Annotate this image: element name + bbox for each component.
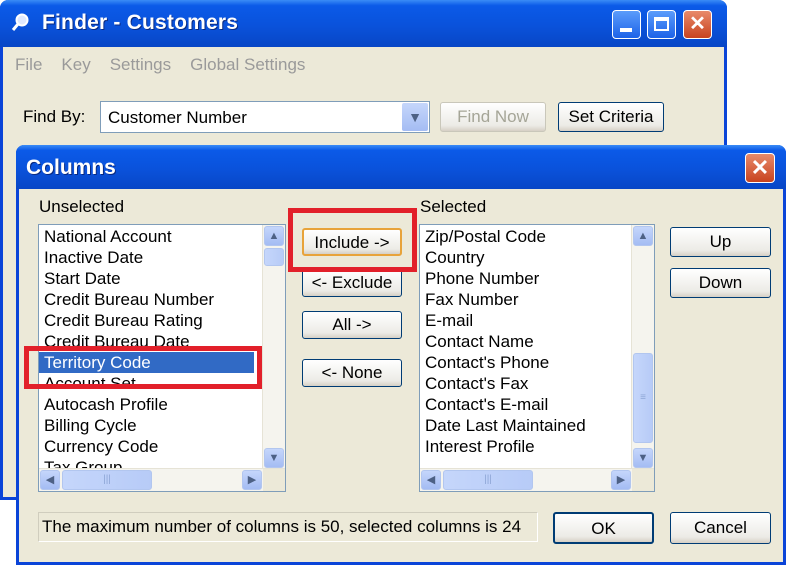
selected-vscroll[interactable]: ▲ ≡ ▼ [631,225,654,469]
selected-label: Selected [420,197,487,216]
exclude-button[interactable]: <- Exclude [302,269,402,297]
scroll-down-icon[interactable]: ▼ [264,448,284,468]
finder-close-button[interactable]: ✕ [683,10,712,39]
scroll-thumb[interactable] [264,248,284,266]
ok-button[interactable]: OK [553,512,654,544]
list-item[interactable]: National Account [39,226,254,247]
finder-titlebar[interactable]: Finder - Customers ✕ [0,0,727,47]
menu-file[interactable]: File [15,55,42,75]
list-item[interactable]: Phone Number [420,268,625,289]
find-by-select[interactable]: Customer Number ▼ [100,101,430,133]
menu-settings[interactable]: Settings [110,55,171,75]
status-bar: The maximum number of columns is 50, sel… [38,512,538,542]
selected-list[interactable]: Zip/Postal Code Country Phone Number Fax… [419,224,655,492]
list-item[interactable]: Start Date [39,268,254,289]
scroll-down-icon[interactable]: ▼ [633,448,653,468]
list-item[interactable]: Billing Cycle [39,415,254,436]
selected-hscroll[interactable]: ◀ ||| ▶ [420,468,654,491]
list-item[interactable]: Currency Code [39,436,254,457]
chevron-down-icon[interactable]: ▼ [402,103,428,131]
unselected-vscroll[interactable]: ▲ ▼ [262,225,285,469]
move-down-button[interactable]: Down [670,268,771,298]
find-by-label: Find By: [23,107,86,126]
status-text: The maximum number of columns is 50, sel… [42,517,522,536]
list-item[interactable]: Autocash Profile [39,394,254,415]
close-icon: ✕ [689,13,706,35]
list-item[interactable]: Contact's Phone [420,352,625,373]
include-highlight-box [288,208,417,272]
scroll-up-icon[interactable]: ▲ [633,226,653,246]
list-item[interactable]: Contact Name [420,331,625,352]
territory-highlight-box [24,346,262,389]
minimize-icon [620,28,632,32]
find-now-button[interactable]: Find Now [440,102,546,132]
list-item[interactable]: Country [420,247,625,268]
list-item[interactable]: Fax Number [420,289,625,310]
scroll-corner [632,469,654,491]
scroll-left-icon[interactable]: ◀ [40,470,60,490]
scroll-up-icon[interactable]: ▲ [264,226,284,246]
list-item[interactable]: Contact's Fax [420,373,625,394]
selected-rows: Zip/Postal Code Country Phone Number Fax… [420,226,625,457]
maximize-icon [654,17,669,31]
list-item[interactable]: Zip/Postal Code [420,226,625,247]
columns-titlebar[interactable]: Columns ✕ [16,145,786,189]
list-item[interactable]: Credit Bureau Rating [39,310,254,331]
list-item[interactable]: E-mail [420,310,625,331]
move-up-button[interactable]: Up [670,227,771,257]
columns-title: Columns [26,156,116,179]
maximize-button[interactable] [647,10,676,39]
scroll-thumb[interactable]: ||| [62,470,152,490]
scroll-corner [263,469,285,491]
finder-menu-bar: File Key Settings Global Settings [3,47,724,83]
dialog-close-button[interactable]: ✕ [745,153,775,183]
scroll-right-icon[interactable]: ▶ [611,470,631,490]
menu-global-settings[interactable]: Global Settings [190,55,305,75]
list-item[interactable]: Inactive Date [39,247,254,268]
cancel-button[interactable]: Cancel [670,512,771,544]
unselected-label: Unselected [39,197,125,216]
scroll-left-icon[interactable]: ◀ [421,470,441,490]
scroll-right-icon[interactable]: ▶ [242,470,262,490]
include-all-button[interactable]: All -> [302,311,402,339]
set-criteria-button[interactable]: Set Criteria [558,102,664,132]
scroll-thumb[interactable]: ||| [443,470,533,490]
list-item[interactable]: Interest Profile [420,436,625,457]
exclude-all-button[interactable]: <- None [302,359,402,387]
minimize-button[interactable] [612,10,641,39]
unselected-hscroll[interactable]: ◀ ||| ▶ [39,468,285,491]
menu-key[interactable]: Key [61,55,90,75]
magnifier-icon [10,12,32,34]
list-item[interactable]: Date Last Maintained [420,415,625,436]
close-icon: ✕ [750,155,770,180]
list-item[interactable]: Contact's E-mail [420,394,625,415]
find-by-value: Customer Number [108,108,247,127]
scroll-thumb[interactable]: ≡ [633,353,653,443]
list-item[interactable]: Credit Bureau Number [39,289,254,310]
finder-title: Finder - Customers [42,11,239,34]
